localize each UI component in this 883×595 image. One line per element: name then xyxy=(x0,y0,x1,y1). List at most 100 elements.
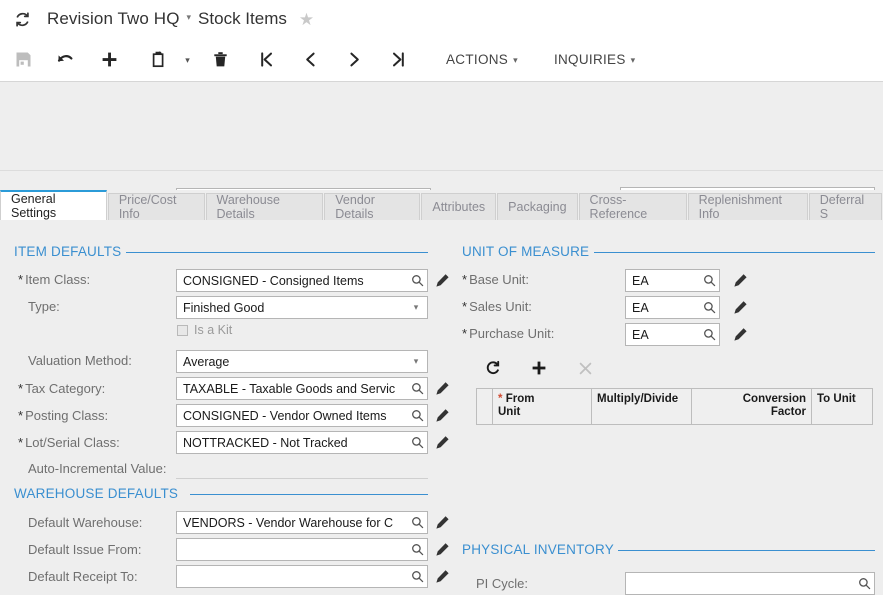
pencil-icon[interactable] xyxy=(435,408,450,423)
type-value: Finished Good xyxy=(183,300,265,315)
uom-conversions-grid[interactable]: * From Unit Multiply/Divide Conversion F… xyxy=(476,388,873,425)
tax-category-value: TAXABLE - Taxable Goods and Servic xyxy=(183,381,396,396)
actions-menu[interactable]: ACTIONS ▾ xyxy=(444,38,520,82)
pencil-icon[interactable] xyxy=(435,569,450,584)
pencil-icon[interactable] xyxy=(733,327,748,342)
magnifier-icon[interactable] xyxy=(699,270,719,291)
sales-unit-label: * Sales Unit: xyxy=(462,299,532,314)
lot-serial-class-value: NOTTRACKED - Not Tracked xyxy=(183,435,348,450)
magnifier-icon[interactable] xyxy=(407,378,427,399)
pencil-icon[interactable] xyxy=(435,435,450,450)
grid-column-from-unit[interactable]: * From Unit xyxy=(493,389,592,424)
valuation-method-select[interactable]: Average ▾ xyxy=(176,350,428,373)
chevron-down-icon[interactable]: ▾ xyxy=(187,12,192,23)
chevron-down-icon[interactable]: ▾ xyxy=(405,302,427,313)
default-warehouse-label: Default Warehouse: xyxy=(28,515,143,530)
magnifier-icon[interactable] xyxy=(407,539,427,560)
inquiries-menu[interactable]: INQUIRIES ▾ xyxy=(552,38,638,82)
default-receipt-to-label: Default Receipt To: xyxy=(28,569,138,584)
lot-serial-class-input[interactable]: NOTTRACKED - Not Tracked xyxy=(176,431,428,454)
posting-class-value: CONSIGNED - Vendor Owned Items xyxy=(183,408,387,423)
grid-column-conversion-factor[interactable]: Conversion Factor xyxy=(692,389,812,424)
tab-price-cost-info[interactable]: Price/Cost Info xyxy=(107,193,205,221)
save-icon[interactable] xyxy=(4,38,42,82)
tax-category-input[interactable]: TAXABLE - Taxable Goods and Servic xyxy=(176,377,428,400)
pi-cycle-label: PI Cycle: xyxy=(476,576,529,591)
star-icon[interactable]: ★ xyxy=(299,11,314,28)
tax-category-label: * Tax Category: xyxy=(18,381,106,396)
magnifier-icon[interactable] xyxy=(699,297,719,318)
tab-label: Warehouse Details xyxy=(216,193,280,221)
pencil-icon[interactable] xyxy=(733,273,748,288)
plus-icon[interactable] xyxy=(87,38,132,82)
pencil-icon[interactable] xyxy=(435,381,450,396)
pi-cycle-input[interactable] xyxy=(625,572,875,595)
company-name[interactable]: Revision Two HQ xyxy=(47,9,180,29)
inquiries-label: INQUIRIES xyxy=(553,52,626,67)
magnifier-icon[interactable] xyxy=(407,270,427,291)
tab-label: Attributes xyxy=(432,200,486,214)
previous-record-icon[interactable] xyxy=(288,38,332,82)
sales-unit-input[interactable]: EA xyxy=(625,296,720,319)
tab-label: Price/Cost Info xyxy=(118,193,177,221)
item-class-input[interactable]: CONSIGNED - Consigned Items xyxy=(176,269,428,292)
grid-column-to-unit[interactable]: To Unit xyxy=(812,389,872,424)
default-warehouse-input[interactable]: VENDORS - Vendor Warehouse for C xyxy=(176,511,428,534)
grid-column-multiply-divide[interactable]: Multiply/Divide xyxy=(592,389,692,424)
main-toolbar: ▾ ACTIONS ▾ INQUIRIES ▾ xyxy=(0,38,883,82)
tab-warehouse-details[interactable]: Warehouse Details xyxy=(205,193,324,221)
magnifier-icon[interactable] xyxy=(407,566,427,587)
last-record-icon[interactable] xyxy=(376,38,420,82)
default-receipt-to-input[interactable] xyxy=(176,565,428,588)
pencil-icon[interactable] xyxy=(435,273,450,288)
auto-incremental-value-field[interactable] xyxy=(176,456,428,479)
magnifier-icon[interactable] xyxy=(854,573,874,594)
base-unit-value: EA xyxy=(632,273,649,288)
base-unit-input[interactable]: EA xyxy=(625,269,720,292)
delete-row-icon[interactable] xyxy=(562,361,608,376)
undo-icon[interactable] xyxy=(42,38,87,82)
lot-serial-class-label: * Lot/Serial Class: xyxy=(18,435,120,450)
sales-unit-value: EA xyxy=(632,300,649,315)
first-record-icon[interactable] xyxy=(244,38,288,82)
pencil-icon[interactable] xyxy=(733,300,748,315)
uom-grid-toolbar xyxy=(470,355,608,381)
tab-label: Deferral S xyxy=(819,193,865,221)
magnifier-icon[interactable] xyxy=(407,405,427,426)
tab-general-settings[interactable]: General Settings xyxy=(0,190,107,220)
is-a-kit-label: Is a Kit xyxy=(194,323,233,337)
is-a-kit-checkbox[interactable] xyxy=(177,325,188,336)
item-defaults-heading: ITEM DEFAULTS xyxy=(14,244,122,259)
tab-packaging[interactable]: Packaging xyxy=(497,193,578,220)
magnifier-icon[interactable] xyxy=(407,432,427,453)
next-record-icon[interactable] xyxy=(332,38,376,82)
tab-attributes[interactable]: Attributes xyxy=(421,193,497,220)
section-divider xyxy=(594,252,875,253)
copy-paste-icon[interactable] xyxy=(132,38,174,82)
magnifier-icon[interactable] xyxy=(699,324,719,345)
tab-vendor-details[interactable]: Vendor Details xyxy=(324,193,421,221)
add-row-icon[interactable] xyxy=(516,360,562,376)
auto-incremental-value xyxy=(176,458,182,472)
tab-replenishment-info[interactable]: Replenishment Info xyxy=(687,193,808,221)
pencil-icon[interactable] xyxy=(435,515,450,530)
posting-class-input[interactable]: CONSIGNED - Vendor Owned Items xyxy=(176,404,428,427)
pencil-icon[interactable] xyxy=(435,542,450,557)
refresh-icon[interactable] xyxy=(14,11,31,28)
type-select[interactable]: Finished Good ▾ xyxy=(176,296,428,319)
purchase-unit-label: * Purchase Unit: xyxy=(462,326,555,341)
posting-class-label: * Posting Class: xyxy=(18,408,109,423)
magnifier-icon[interactable] xyxy=(407,512,427,533)
tab-deferral-settings[interactable]: Deferral S xyxy=(808,193,882,221)
chevron-down-icon[interactable]: ▾ xyxy=(405,356,427,367)
valuation-method-value: Average xyxy=(183,354,230,369)
default-issue-from-input[interactable] xyxy=(176,538,428,561)
refresh-grid-icon[interactable] xyxy=(470,360,516,376)
section-divider xyxy=(190,494,428,495)
default-warehouse-value: VENDORS - Vendor Warehouse for C xyxy=(183,515,394,530)
tab-cross-reference[interactable]: Cross-Reference xyxy=(578,193,687,221)
clipboard-dropdown-caret[interactable]: ▾ xyxy=(174,38,196,82)
trash-icon[interactable] xyxy=(196,38,244,82)
grid-select-column xyxy=(477,389,493,424)
purchase-unit-input[interactable]: EA xyxy=(625,323,720,346)
